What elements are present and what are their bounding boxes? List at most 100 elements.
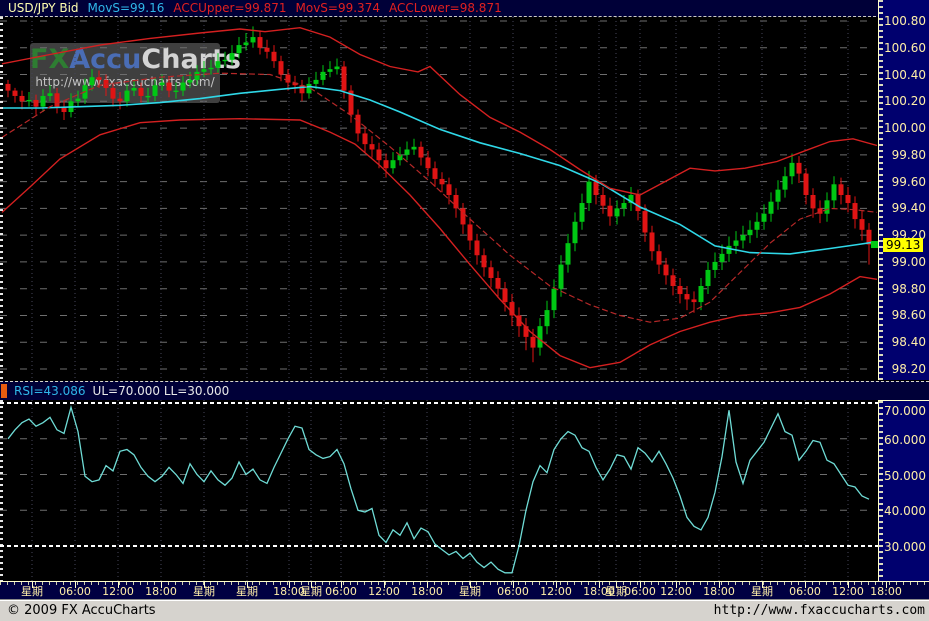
candle-body [726,245,732,254]
candle-body [313,79,319,84]
candle-body [796,162,802,174]
candle-body [474,240,480,256]
candle-body [264,47,270,52]
rsi-axis-label: 40.000 [884,504,926,519]
candle-body [810,194,816,209]
candle-body [173,90,179,92]
candle-body [495,277,501,289]
candle-body [243,42,249,46]
price-axis[interactable]: 99.13 100.80 100.60 100.40 100.20 100.00 99.8… [878,0,929,380]
candle-body [600,194,606,206]
candle-body [705,269,711,287]
candle-body [558,264,564,289]
candle-body [642,211,648,233]
candle-body [404,149,410,155]
candle-body [719,253,725,262]
candle-body [383,160,389,169]
candle-body [187,79,193,83]
price-axis-label: 99.60 [891,174,926,189]
candle-body [432,168,438,179]
candle-body [138,87,144,96]
candle-body [89,77,95,86]
footer-url: http://www.fxaccucharts.com [713,603,925,618]
price-axis-label: 100.60 [884,40,926,55]
candle-body [425,157,431,169]
candle-body [649,232,655,252]
candle-body [733,240,739,246]
candle-body [131,87,137,91]
price-axis-label: 100.40 [884,67,926,82]
overlay-line [1,117,878,369]
candle-body [159,82,165,86]
candle-body [530,336,536,348]
rsi-chart[interactable] [0,400,878,581]
rsi-axis-label: 70.000 [884,404,926,418]
candle-body [803,173,809,195]
chart-application-window: USD/JPY Bid MovS=99.16 ACCUpper=99.871 M… [0,0,929,621]
candle-body [460,208,466,225]
overlay-line [2,85,877,255]
candle-body [222,59,228,62]
candle-body [740,235,746,241]
rsi-axis-label: 30.000 [884,540,926,554]
rsi-chart-area[interactable] [0,400,878,581]
rsi-value-label: RSI=43.086 [14,384,86,398]
candle-body [502,288,508,303]
price-chart[interactable] [0,17,878,380]
candle-body [677,286,683,295]
candle-body [831,184,837,201]
candle-body [152,85,158,96]
candle-body [5,83,11,91]
candle-body [621,203,627,209]
price-axis-label: 100.80 [884,14,926,28]
candle-body [26,99,32,102]
candle-body [257,37,263,48]
candle-body [453,194,459,209]
rsi-axis-label: 50.000 [884,468,926,483]
rsi-axis[interactable]: 70.000 60.000 50.000 40.000 30.000 [878,400,929,581]
symbol-label: USD/JPY Bid [8,1,79,15]
candle-body [54,93,60,107]
candle-body [369,144,375,150]
candle-body [838,184,844,195]
candle-body [789,162,795,177]
price-axis-label: 99.00 [891,254,926,269]
candle-body [166,82,172,91]
candle-body [117,98,123,102]
rsi-axis-label: 60.000 [884,432,926,447]
price-axis-label: 98.40 [891,335,926,350]
rsi-levels-label: UL=70.000 LL=30.000 [92,384,230,398]
candle-body [824,200,830,214]
candle-body [390,160,396,169]
candle-body [75,98,81,102]
candle-body [215,61,221,68]
price-chart-area[interactable]: FXAccuCharts http://www.fxaccucharts.com… [0,17,878,380]
candle-body [607,205,613,217]
candle-body [439,178,445,185]
candle-body [278,61,284,75]
candle-body [551,288,557,311]
time-axis-label: 18:00 [870,585,902,598]
candle-body [145,95,151,98]
rsi-left-tick-marks [0,400,3,581]
candle-body [537,326,543,348]
candle-body [334,66,340,70]
candle-body [208,67,214,70]
candle-body [271,51,277,62]
candle-body [418,146,424,158]
candle-body [754,221,760,230]
candle-body [411,146,417,150]
last-price-tag: 99.13 [883,237,924,252]
candle-body [320,71,326,80]
left-tick-marks [0,17,3,380]
candle-body [544,310,550,327]
candle-body [467,224,473,241]
last-price-marker [871,241,878,249]
time-axis[interactable]: 星期 06:00 12:00 18:00 星期 星期 18:00 星期 06:00 12:00 18… [0,581,929,599]
candle-body [194,71,200,80]
candle-body [180,82,186,91]
price-axis-label: 99.80 [891,147,926,162]
candle-body [775,189,781,202]
candle-body [110,87,116,99]
rsi-line [7,404,870,574]
